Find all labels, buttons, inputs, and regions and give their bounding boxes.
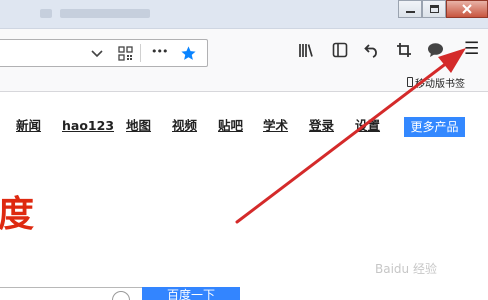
nav-link-news[interactable]: 新闻 bbox=[16, 118, 41, 134]
mobile-bookmarks-label: 移动版书签 bbox=[415, 78, 465, 90]
search-area: 百度一下 bbox=[0, 285, 488, 300]
minimize-button[interactable] bbox=[398, 0, 422, 18]
close-icon bbox=[462, 4, 472, 14]
browser-window: ••• ☰ 移动版书签 新闻 hao123 地图 视频 贴吧 学术 登录 设置 … bbox=[0, 0, 488, 300]
nav-link-hao123[interactable]: hao123 bbox=[62, 118, 114, 134]
chat-bubble-icon[interactable] bbox=[427, 42, 444, 58]
baidu-logo-fragment: 度 bbox=[0, 193, 35, 235]
more-products-button[interactable]: 更多产品 bbox=[404, 117, 465, 137]
nav-link-video[interactable]: 视频 bbox=[172, 118, 197, 134]
watermark: Baidu 经验 bbox=[375, 262, 437, 276]
tab-icon bbox=[40, 9, 52, 18]
nav-link-login[interactable]: 登录 bbox=[309, 118, 334, 134]
page-actions-button[interactable]: ••• bbox=[151, 45, 168, 58]
qr-code-icon[interactable] bbox=[118, 46, 133, 61]
library-icon[interactable] bbox=[298, 43, 314, 58]
star-icon[interactable] bbox=[180, 45, 197, 62]
chevron-down-icon[interactable] bbox=[91, 49, 103, 58]
screenshot-crop-icon[interactable] bbox=[396, 42, 412, 58]
title-bar bbox=[0, 0, 488, 29]
nav-link-settings[interactable]: 设置 bbox=[355, 118, 380, 134]
maximize-button[interactable] bbox=[422, 0, 446, 18]
nav-link-map[interactable]: 地图 bbox=[126, 118, 151, 134]
close-button[interactable] bbox=[446, 0, 488, 18]
mobile-bookmarks-item[interactable]: 移动版书签 bbox=[407, 75, 465, 90]
bookmarks-toolbar: 移动版书签 bbox=[0, 73, 488, 92]
tab-title-ghost bbox=[60, 9, 150, 18]
search-button[interactable]: 百度一下 bbox=[142, 287, 240, 300]
nav-link-xueshu[interactable]: 学术 bbox=[263, 118, 288, 134]
navigation-toolbar: ••• ☰ bbox=[0, 29, 488, 73]
url-bar[interactable]: ••• bbox=[0, 39, 208, 67]
phone-icon bbox=[407, 77, 413, 87]
urlbar-divider bbox=[140, 44, 141, 62]
sidebar-icon[interactable] bbox=[332, 42, 348, 58]
undo-arrow-icon[interactable] bbox=[364, 42, 380, 58]
hamburger-menu-icon[interactable]: ☰ bbox=[464, 39, 479, 59]
nav-link-tieba[interactable]: 贴吧 bbox=[218, 118, 243, 134]
